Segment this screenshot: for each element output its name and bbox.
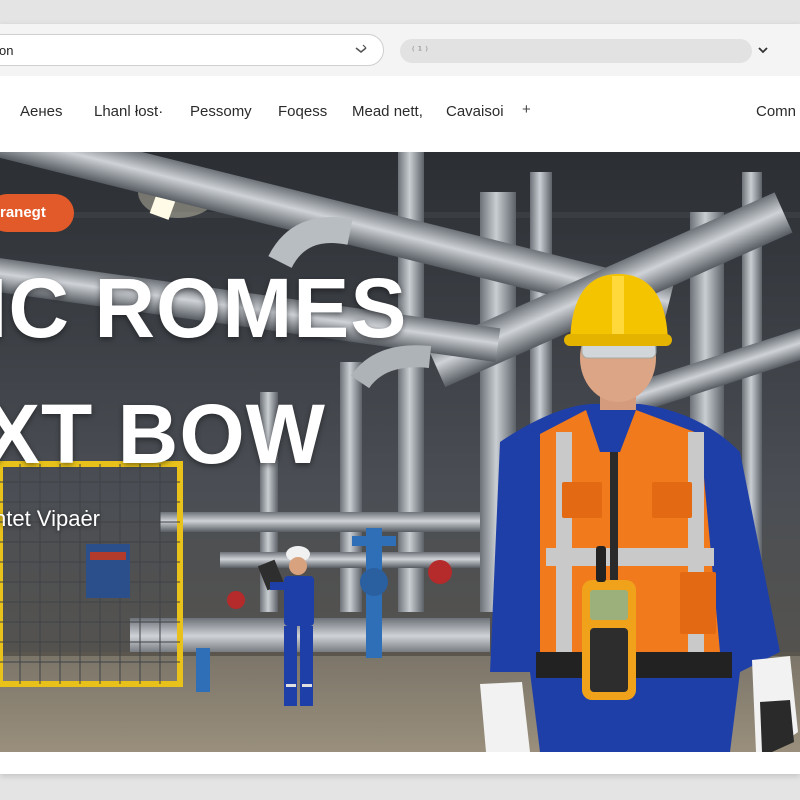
category-badge-label: ranegt xyxy=(0,204,46,221)
nav-item-contact[interactable]: Comn xyxy=(756,103,796,120)
nav-item-4[interactable]: Foqess xyxy=(278,103,327,120)
hero-banner: ranegt IC ROMES XT BOW ntet Vipaėr xyxy=(0,152,800,752)
search-input[interactable]: ⁽¹⁾ xyxy=(400,39,752,63)
dropdown-icon[interactable] xyxy=(353,42,369,58)
chevron-down-icon[interactable] xyxy=(756,43,770,57)
hero-headline-line1: IC ROMES xyxy=(0,261,408,355)
nav-more-button[interactable]: + xyxy=(522,101,531,118)
category-badge[interactable]: ranegt xyxy=(0,194,74,232)
address-bar[interactable]: on xyxy=(0,34,384,66)
browser-toolbar: on ⁽¹⁾ xyxy=(0,24,800,77)
nav-item-3[interactable]: Pessomy xyxy=(190,103,252,120)
address-text: on xyxy=(0,43,14,58)
hero-subtitle: ntet Vipaėr xyxy=(0,506,101,531)
nav-item-2[interactable]: Lhanl łost· xyxy=(94,103,163,120)
nav-item-1[interactable]: Aeнes xyxy=(20,103,62,120)
nav-item-6[interactable]: Cavaisoi xyxy=(446,103,504,120)
browser-window: on ⁽¹⁾ / Aeнes Lhanl łost· Pessomy Foqes… xyxy=(0,24,800,774)
hero-headline-line2: XT BOW xyxy=(0,387,326,481)
nav-item-5[interactable]: Mead nett, xyxy=(352,103,423,120)
search-placeholder: ⁽¹⁾ xyxy=(410,44,430,57)
site-navigation: / Aeнes Lhanl łost· Pessomy Foqess Mead … xyxy=(0,76,800,148)
